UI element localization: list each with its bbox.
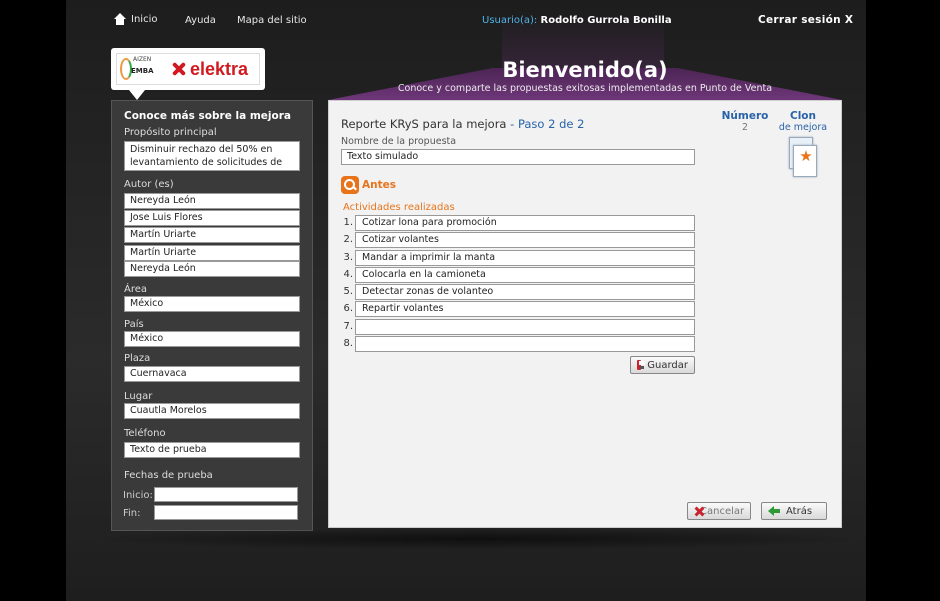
area-label: Área	[124, 284, 148, 295]
page-title: Reporte KRyS para la mejora - Paso 2 de …	[341, 117, 584, 131]
search-icon	[341, 176, 359, 194]
nav-home-label: Inicio	[131, 13, 158, 25]
activity-number: 1.	[343, 217, 353, 228]
author-field[interactable]: Martín Uriarte	[124, 227, 300, 243]
activity-row: 8.	[341, 336, 695, 353]
purpose-field[interactable]: Disminuir rechazo del 50% en levantamien…	[124, 141, 300, 171]
app-window: Inicio Ayuda Mapa del sitio Usuario(a): …	[66, 0, 866, 601]
welcome-title: Bienvenido(a)	[502, 58, 668, 82]
user-label: Usuario(a):	[482, 15, 538, 26]
numero-label: Número	[721, 110, 769, 122]
activity-input[interactable]: Mandar a imprimir la manta	[355, 250, 695, 266]
nav-home-link[interactable]: Inicio	[114, 13, 157, 25]
logout-button[interactable]: Cerrar sesión X	[758, 14, 853, 26]
activity-number: 4.	[343, 269, 353, 280]
activity-input[interactable]: Detectar zonas de volanteo	[355, 284, 695, 300]
home-icon	[114, 13, 126, 25]
phone-field[interactable]: Texto de prueba	[124, 442, 300, 458]
activity-number: 8.	[343, 338, 353, 349]
nav-sitemap-link[interactable]: Mapa del sitio	[237, 15, 307, 26]
before-label: Antes	[362, 179, 396, 191]
elektra-brand-text: elektra	[190, 58, 249, 79]
activity-input[interactable]	[355, 336, 695, 352]
start-date-input[interactable]	[154, 487, 298, 502]
user-name: Rodolfo Gurrola Bonilla	[540, 15, 672, 26]
activity-row: 2. Cotizar volantes	[341, 232, 695, 249]
top-navigation: Inicio Ayuda Mapa del sitio Usuario(a): …	[66, 10, 866, 30]
cancel-label: Cancelar	[700, 505, 745, 517]
area-field[interactable]: México	[124, 296, 300, 312]
panel-heading: Conoce más sobre la mejora	[124, 110, 291, 122]
activity-input[interactable]: Cotizar volantes	[355, 232, 695, 248]
kaizen-logo-text-top: AIZEN	[133, 56, 152, 63]
report-form-panel: Reporte KRyS para la mejora - Paso 2 de …	[328, 100, 842, 528]
end-date-label: Fin:	[123, 508, 141, 519]
place-label: Lugar	[124, 391, 153, 402]
activity-input[interactable]: Repartir volantes	[355, 301, 695, 317]
activity-row: 7.	[341, 319, 695, 336]
activity-row: 1. Cotizar lona para promoción	[341, 215, 695, 232]
activity-number: 5.	[343, 286, 353, 297]
cancel-button[interactable]: Cancelar	[687, 502, 751, 520]
activity-row: 3. Mandar a imprimir la manta	[341, 250, 695, 267]
back-button[interactable]: Atrás	[761, 502, 827, 520]
nav-help-link[interactable]: Ayuda	[185, 15, 216, 26]
authors-label: Autor (es)	[124, 179, 174, 190]
start-date-label: Inicio:	[123, 490, 153, 501]
welcome-subtitle: Conoce y comparte las propuestas exitosa…	[397, 83, 773, 94]
author-field[interactable]: Nereyda León	[124, 261, 300, 277]
author-field[interactable]: Martín Uriarte	[124, 245, 300, 261]
arrow-left-icon	[768, 506, 780, 516]
clon-sub-label: de mejora	[778, 122, 828, 133]
clone-icon[interactable]: ★	[789, 137, 825, 185]
numero-value: 2	[741, 122, 749, 133]
before-section-header: Antes	[341, 176, 396, 194]
elektra-logo: elektra	[171, 59, 248, 80]
save-label: Guardar	[647, 359, 688, 371]
plaza-field[interactable]: Cuernavaca	[124, 366, 300, 382]
activity-input[interactable]: Colocarla en la camioneta	[355, 267, 695, 283]
purpose-label: Propósito principal	[124, 127, 217, 138]
report-title: Reporte KRyS para la mejora	[341, 117, 507, 131]
step-indicator: - Paso 2 de 2	[506, 117, 585, 131]
activity-row: 5. Detectar zonas de volanteo	[341, 284, 695, 301]
activity-number: 3.	[343, 252, 353, 263]
logo-box: AIZEN EMBA elektra	[116, 53, 260, 85]
welcome-banner: Bienvenido(a) Conoce y comparte las prop…	[328, 58, 842, 94]
activity-input[interactable]	[355, 319, 695, 335]
activities-label: Actividades realizadas	[343, 202, 455, 213]
end-date-input[interactable]	[154, 505, 298, 520]
country-field[interactable]: México	[124, 331, 300, 347]
save-button[interactable]: Guardar	[630, 356, 695, 374]
place-field[interactable]: Cuautla Morelos	[124, 403, 300, 419]
clone-improvement-link[interactable]: Clon de mejora	[775, 110, 831, 133]
activity-number: 6.	[343, 303, 353, 314]
activity-number: 7.	[343, 321, 353, 332]
kaizen-logo-text-bottom: EMBA	[131, 67, 154, 75]
plaza-label: Plaza	[124, 353, 151, 364]
proposal-name-input[interactable]: Texto simulado	[341, 149, 695, 165]
activity-input[interactable]: Cotizar lona para promoción	[355, 215, 695, 231]
user-info: Usuario(a): Rodolfo Gurrola Bonilla	[482, 15, 672, 26]
back-label: Atrás	[786, 505, 813, 517]
clon-label: Clon	[790, 110, 816, 122]
floor-shadow	[86, 528, 866, 550]
phone-label: Teléfono	[124, 428, 166, 439]
author-field[interactable]: Nereyda León	[124, 193, 300, 209]
elektra-mark-icon	[171, 61, 187, 77]
logo-card: AIZEN EMBA elektra	[111, 48, 265, 100]
author-field[interactable]: Jose Luis Flores	[124, 210, 300, 226]
test-dates-label: Fechas de prueba	[124, 470, 213, 481]
star-icon: ★	[799, 147, 813, 165]
activity-row: 6. Repartir volantes	[341, 301, 695, 318]
activity-row: 4. Colocarla en la camioneta	[341, 267, 695, 284]
improvement-number: Número 2	[717, 110, 773, 133]
activity-number: 2.	[343, 234, 353, 245]
save-icon	[637, 360, 646, 370]
kaizen-logo: AIZEN EMBA	[117, 54, 161, 84]
proposal-name-label: Nombre de la propuesta	[341, 136, 457, 147]
country-label: País	[124, 319, 144, 330]
improvement-info-panel: Conoce más sobre la mejora Propósito pri…	[111, 100, 313, 531]
